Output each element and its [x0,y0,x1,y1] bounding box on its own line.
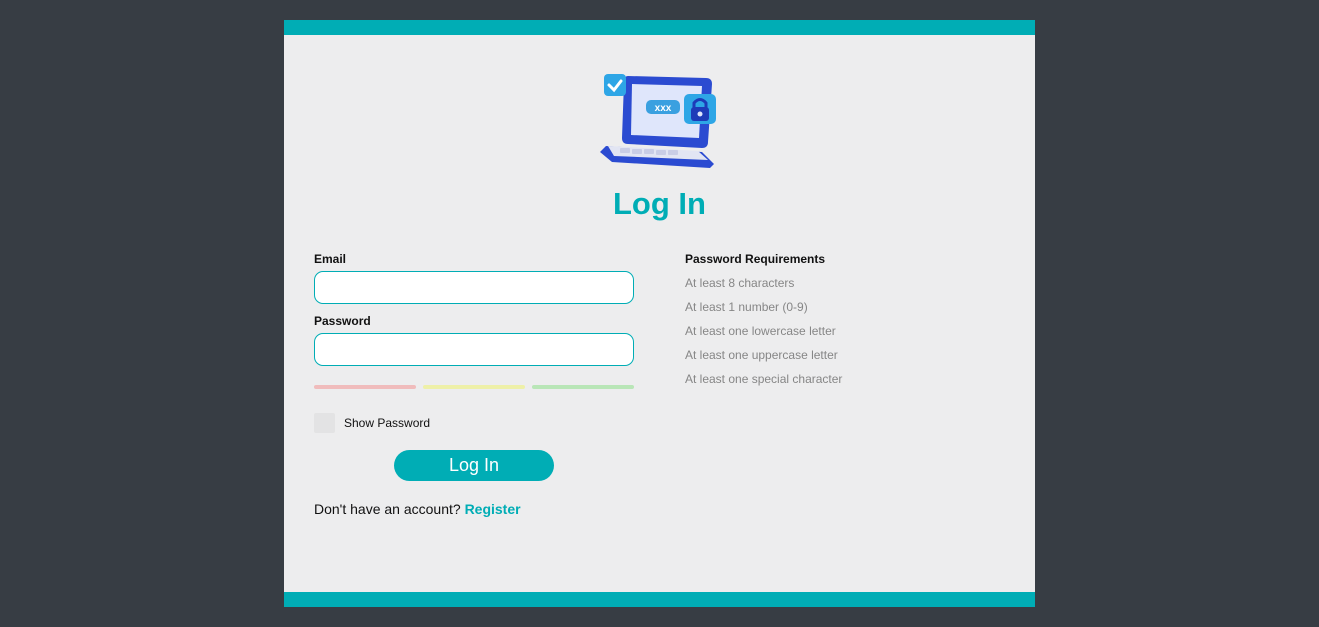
page-title: Log In [613,186,706,221]
strength-bar-weak [314,385,416,389]
password-label: Password [314,314,371,328]
bottom-accent-bar [284,592,1035,607]
register-link[interactable]: Register [465,501,521,517]
strength-bar-medium [423,385,525,389]
login-card: xxx Log In Email Password Show Password … [284,20,1035,607]
svg-text:xxx: xxx [655,103,672,114]
requirement-item: At least 1 number (0-9) [685,300,808,314]
email-label: Email [314,252,347,266]
register-prompt-text: Don't have an account? [314,501,461,517]
top-accent-bar [284,20,1035,35]
show-password-checkbox[interactable] [314,413,335,433]
register-prompt: Don't have an account? Register [314,501,521,517]
requirement-item: At least one lowercase letter [685,324,836,338]
requirement-item: At least one special character [685,372,843,386]
laptop-lock-icon: xxx [600,74,716,168]
strength-bar-strong [532,385,634,389]
show-password-label[interactable]: Show Password [344,416,430,430]
requirement-item: At least 8 characters [685,276,795,290]
password-field[interactable] [314,333,634,366]
login-button[interactable]: Log In [394,450,554,481]
email-field[interactable] [314,271,634,304]
requirements-list: At least 8 characters At least 1 number … [685,276,842,396]
requirement-item: At least one uppercase letter [685,348,838,362]
requirements-title: Password Requirements [685,252,826,266]
